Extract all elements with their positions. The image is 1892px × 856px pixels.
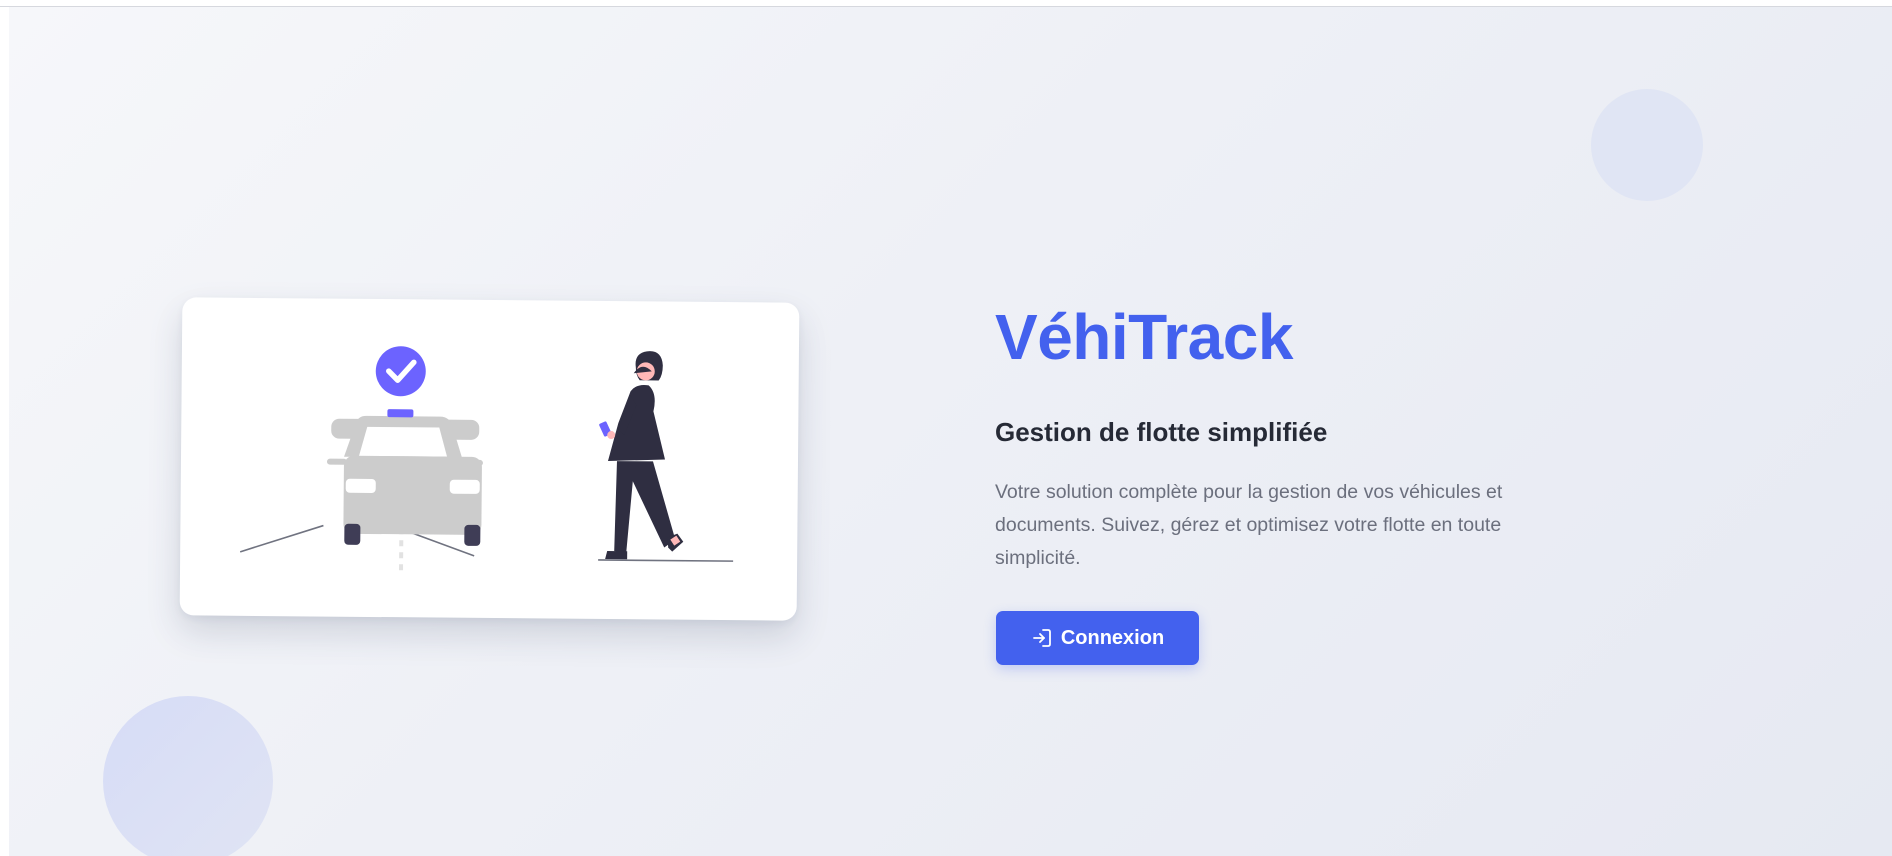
hero-section: VéhiTrack Gestion de flotte simplifiée V… (9, 7, 1892, 856)
sign-in-icon (1031, 627, 1053, 649)
taxi-car-icon (326, 409, 483, 546)
app-title: VéhiTrack (995, 301, 1293, 373)
check-circle-icon (375, 346, 426, 397)
ground-line (598, 559, 734, 562)
decorative-circle-top (1591, 89, 1703, 201)
hero-description: Votre solution complète pour la gestion … (995, 481, 1503, 569)
hero-illustration-card (179, 297, 800, 621)
taxi-illustration (239, 346, 734, 571)
road-center-dashes (399, 528, 404, 571)
hero-subtitle: Gestion de flotte simplifiée (995, 417, 1328, 447)
road-line-left (239, 524, 324, 553)
login-button[interactable]: Connexion (996, 611, 1199, 665)
decorative-circle-bottom (103, 696, 273, 856)
login-button-label: Connexion (1060, 626, 1165, 649)
walking-woman-icon (599, 351, 684, 560)
